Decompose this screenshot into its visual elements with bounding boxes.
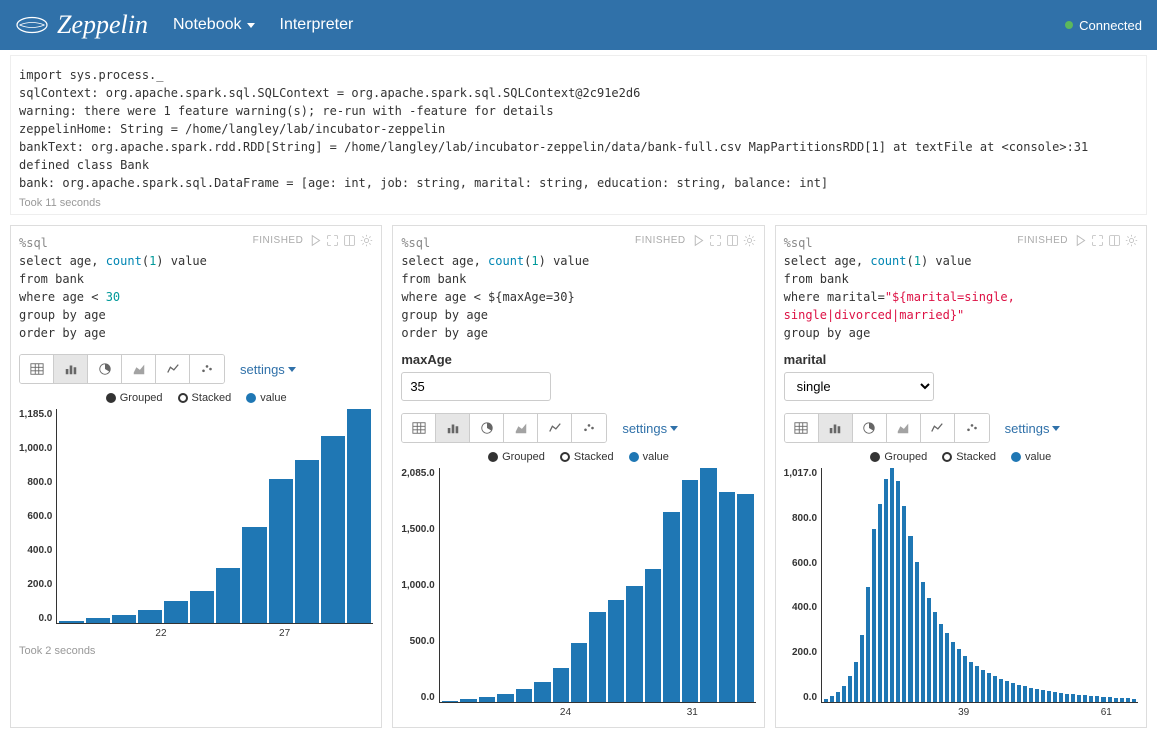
paragraph-output: import sys.process._ sqlContext: org.apa… xyxy=(10,55,1147,215)
logo[interactable]: Zeppelin xyxy=(15,10,148,40)
scatter-chart-button[interactable] xyxy=(955,414,989,442)
panel-controls: FINISHED xyxy=(635,234,756,247)
marital-select[interactable]: single xyxy=(784,372,934,401)
expand-icon[interactable] xyxy=(1091,234,1104,247)
bar-chart: 1,185.01,000.0800.0600.0400.0200.00.0222… xyxy=(19,409,373,640)
book-icon[interactable] xyxy=(1108,234,1121,247)
table-view-button[interactable] xyxy=(785,414,819,442)
sql-panel-1: %sql select age, count(1) value from ban… xyxy=(10,225,382,728)
brand-text: Zeppelin xyxy=(57,10,148,40)
run-status: FINISHED xyxy=(635,235,686,246)
panel-controls: FINISHED xyxy=(253,234,374,247)
area-chart-button[interactable] xyxy=(122,355,156,383)
play-icon[interactable] xyxy=(309,234,322,247)
status-text: Connected xyxy=(1079,18,1142,33)
zeppelin-icon xyxy=(15,15,49,35)
pie-chart-button[interactable] xyxy=(88,355,122,383)
sql-editor[interactable]: %sql select age, count(1) value from ban… xyxy=(19,234,253,342)
console-output: import sys.process._ sqlContext: org.apa… xyxy=(19,66,1138,192)
chart-legend: Grouped Stacked value xyxy=(784,451,1138,463)
chart-settings-link[interactable]: settings xyxy=(622,421,678,436)
param-label: marital xyxy=(784,352,1138,367)
table-view-button[interactable] xyxy=(402,414,436,442)
bar-chart-button[interactable] xyxy=(819,414,853,442)
series-dot-icon xyxy=(246,393,256,403)
expand-icon[interactable] xyxy=(709,234,722,247)
play-icon[interactable] xyxy=(1074,234,1087,247)
sql-panel-3: %sql select age, count(1) value from ban… xyxy=(775,225,1147,728)
viz-toolbar: settings xyxy=(401,413,755,443)
grouped-radio-icon[interactable] xyxy=(106,393,116,403)
stacked-radio-icon[interactable] xyxy=(178,393,188,403)
sql-editor[interactable]: %sql select age, count(1) value from ban… xyxy=(784,234,1018,342)
chart-settings-link[interactable]: settings xyxy=(1005,421,1061,436)
bar-chart-button[interactable] xyxy=(436,414,470,442)
gear-icon[interactable] xyxy=(743,234,756,247)
sql-editor[interactable]: %sql select age, count(1) value from ban… xyxy=(401,234,635,342)
line-chart-button[interactable] xyxy=(921,414,955,442)
notebook-label: Notebook xyxy=(173,16,242,34)
bar-chart: 2,085.01,500.01,000.0500.00.02431 xyxy=(401,468,755,719)
line-chart-button[interactable] xyxy=(156,355,190,383)
param-label: maxAge xyxy=(401,352,755,367)
status-dot-icon xyxy=(1065,21,1073,29)
interpreter-link[interactable]: Interpreter xyxy=(280,16,354,34)
line-chart-button[interactable] xyxy=(538,414,572,442)
series-dot-icon xyxy=(1011,452,1021,462)
grouped-radio-icon[interactable] xyxy=(488,452,498,462)
navbar: Zeppelin Notebook Interpreter Connected xyxy=(0,0,1157,50)
bar-chart: 1,017.0800.0600.0400.0200.00.03961 xyxy=(784,468,1138,719)
book-icon[interactable] xyxy=(726,234,739,247)
panel-controls: FINISHED xyxy=(1017,234,1138,247)
sql-panel-2: %sql select age, count(1) value from ban… xyxy=(392,225,764,728)
book-icon[interactable] xyxy=(343,234,356,247)
bar-chart-button[interactable] xyxy=(54,355,88,383)
execution-time: Took 11 seconds xyxy=(19,197,1138,209)
stacked-radio-icon[interactable] xyxy=(560,452,570,462)
expand-icon[interactable] xyxy=(326,234,339,247)
scatter-chart-button[interactable] xyxy=(572,414,606,442)
play-icon[interactable] xyxy=(692,234,705,247)
run-status: FINISHED xyxy=(1017,235,1068,246)
connection-status: Connected xyxy=(1065,18,1142,33)
execution-time: Took 2 seconds xyxy=(19,645,373,657)
gear-icon[interactable] xyxy=(1125,234,1138,247)
stacked-radio-icon[interactable] xyxy=(942,452,952,462)
table-view-button[interactable] xyxy=(20,355,54,383)
viz-toolbar: settings xyxy=(19,354,373,384)
notebook-menu[interactable]: Notebook xyxy=(173,16,255,34)
run-status: FINISHED xyxy=(253,235,304,246)
scatter-chart-button[interactable] xyxy=(190,355,224,383)
chart-settings-link[interactable]: settings xyxy=(240,362,296,377)
area-chart-button[interactable] xyxy=(504,414,538,442)
pie-chart-button[interactable] xyxy=(853,414,887,442)
chart-legend: Grouped Stacked value xyxy=(19,392,373,404)
gear-icon[interactable] xyxy=(360,234,373,247)
viz-toolbar: settings xyxy=(784,413,1138,443)
series-dot-icon xyxy=(629,452,639,462)
panels-row: %sql select age, count(1) value from ban… xyxy=(10,225,1147,728)
caret-down-icon xyxy=(247,23,255,28)
maxage-input[interactable] xyxy=(401,372,551,401)
area-chart-button[interactable] xyxy=(887,414,921,442)
chart-legend: Grouped Stacked value xyxy=(401,451,755,463)
pie-chart-button[interactable] xyxy=(470,414,504,442)
grouped-radio-icon[interactable] xyxy=(870,452,880,462)
